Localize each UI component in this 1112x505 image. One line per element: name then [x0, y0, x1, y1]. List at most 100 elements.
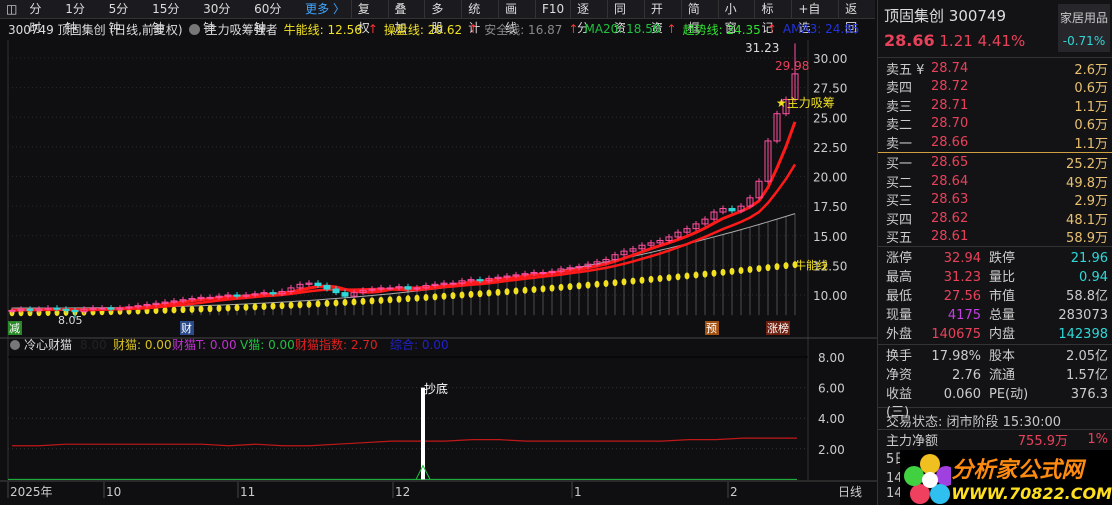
toolbar: ◫ 分时 1分钟 5分钟 15分钟 30分钟 60分钟 更多 〉 复权 叠加 多… — [0, 0, 875, 35]
ask-volume: 1.1万 — [1074, 136, 1108, 152]
candle-body — [233, 294, 241, 297]
ask-volume: 0.6万 — [1074, 81, 1108, 97]
ask-label: 卖四 — [886, 81, 913, 97]
same-capital-button[interactable]: 同资 — [607, 0, 644, 35]
niu-dot — [684, 272, 690, 280]
logo-url: WWW.70822.COM — [951, 484, 1112, 503]
multi-stock-button[interactable]: 多股 — [424, 0, 461, 35]
candle-body — [323, 285, 331, 290]
candle-body — [107, 307, 115, 310]
overlay-button[interactable]: 叠加 — [387, 0, 425, 35]
stat-value: 140675 — [931, 327, 981, 342]
ask-label: 卖一 — [886, 136, 913, 152]
bid-label: 买二 — [886, 175, 913, 191]
simple-frame-button[interactable]: 简框 — [680, 0, 718, 35]
bid-label: 买四 — [886, 212, 913, 228]
stats-button[interactable]: 统计 — [461, 0, 498, 35]
bid-row[interactable]: 买四 28.62 48.1万 — [878, 209, 1112, 228]
niu-dot — [765, 264, 771, 272]
quote-pct: 4.41% — [977, 32, 1026, 50]
panel-toggle-icon[interactable]: ◫ — [0, 0, 23, 19]
niu-dot — [675, 273, 681, 281]
ask-row[interactable]: 卖五 ¥ 28.74 2.6万 — [878, 59, 1112, 78]
bid-row[interactable]: 买五 28.61 58.9万 — [878, 228, 1112, 246]
stat-label: 收益(三) — [886, 387, 913, 420]
candle-body — [62, 308, 70, 311]
f10-button[interactable]: F10 — [534, 0, 570, 19]
safe-line — [11, 213, 796, 309]
candle-body — [728, 207, 736, 212]
watermark-logo: 分析家公式网 WWW.70822.COM — [900, 450, 1112, 505]
bid-volume: 2.9万 — [1074, 194, 1108, 210]
ask-row[interactable]: 卖三 28.71 1.1万 — [878, 96, 1112, 115]
bid-row[interactable]: 买三 28.63 2.9万 — [878, 191, 1112, 210]
bid-row[interactable]: 买二 28.64 49.8万 — [878, 172, 1112, 191]
open-capital-button[interactable]: 开资 — [643, 0, 681, 35]
stat-label: 量比 — [989, 270, 1016, 285]
niu-dot — [468, 290, 474, 298]
period-tab[interactable]: 15分钟 — [146, 0, 197, 35]
niu-dot — [450, 292, 456, 300]
stat-label: 内盘 — [989, 327, 1016, 342]
sector-box[interactable]: 家居用品 -0.71% — [1058, 4, 1110, 52]
ask-row[interactable]: 卖二 28.70 0.6万 — [878, 115, 1112, 133]
sub-indicator-dropdown-icon — [10, 340, 20, 350]
sector-name: 家居用品 — [1059, 11, 1108, 25]
period-tab[interactable]: 1分钟 — [59, 0, 102, 35]
ask-row[interactable]: 卖一 28.66 1.1万 — [878, 133, 1112, 152]
draw-button[interactable]: 画线 — [498, 0, 535, 35]
fuquan-button[interactable]: 复权 — [350, 0, 388, 35]
bid-price: 28.62 — [931, 210, 969, 226]
ask-row[interactable]: 卖四 28.72 0.6万 — [878, 78, 1112, 97]
period-label: 日线 — [838, 485, 862, 499]
niu-dot — [351, 298, 357, 306]
tick-button[interactable]: 逐分 — [570, 0, 607, 35]
kline-chart[interactable]: 30.0027.5025.0022.5020.0017.5015.0012.50… — [0, 0, 877, 505]
safe-value: 安全线: 16.87 — [484, 22, 563, 37]
quote-name: 顶固集创 — [884, 7, 945, 25]
low-price-label: 8.05 — [58, 314, 83, 327]
high-price-label: 31.23 — [745, 41, 779, 55]
back-button[interactable]: 返回 — [838, 0, 875, 35]
more-periods-button[interactable]: 更多 〉 — [299, 0, 351, 19]
flow-label: 主力净额 — [886, 433, 939, 449]
niu-dot — [432, 293, 438, 301]
niu-dot — [396, 295, 402, 303]
stat-label: 换手 — [886, 349, 913, 364]
date-label: 1 — [574, 485, 582, 499]
niu-dot — [180, 306, 186, 314]
period-tab[interactable]: 5分钟 — [103, 0, 146, 35]
period-tab[interactable]: 分时 — [23, 0, 59, 35]
niu-dot — [549, 284, 555, 292]
niu-dot — [783, 262, 789, 270]
stat-value: 58.8亿 — [1066, 289, 1108, 304]
stat-value: 31.23 — [943, 270, 981, 285]
stat-value: 27.56 — [943, 289, 981, 304]
bid-volume: 25.2万 — [1066, 157, 1108, 173]
mark-button[interactable]: 标记 — [754, 0, 791, 35]
add-watchlist-button[interactable]: +自选 — [791, 0, 838, 35]
niu-dot — [603, 280, 609, 288]
trend-value: 趋势线: 24.35 — [682, 22, 761, 37]
period-tab[interactable]: 60分钟 — [248, 0, 299, 35]
niu-dot — [342, 298, 348, 306]
niu-dot — [558, 283, 564, 291]
indicator-dropdown-icon[interactable] — [188, 23, 200, 35]
ask-list: 卖五 ¥28.74 2.6万 卖四 28.72 0.6万 卖三 28.71 1.1万 卖二 28.… — [878, 58, 1112, 152]
sub-name: 冷心财猫 — [24, 338, 72, 352]
stat-value: 142398 — [1058, 327, 1108, 342]
period-tab[interactable]: 30分钟 — [197, 0, 248, 35]
stat-value: 21.96 — [1070, 251, 1108, 266]
indicator-name[interactable]: 主力吸筹强者 — [206, 21, 278, 38]
small-window-button[interactable]: 小窗 — [717, 0, 755, 35]
bid-row[interactable]: 买一 28.65 25.2万 — [878, 154, 1112, 173]
niu-dot — [261, 303, 267, 311]
sub-tick: 2.00 — [818, 443, 845, 457]
sub-caimao: 财猫: 0.00 — [113, 338, 172, 352]
ask-price: 28.70 — [931, 116, 969, 132]
niu-dot — [288, 301, 294, 309]
bid-list: 买一 28.65 25.2万 买二 28.64 49.8万 买三 28.63 2.9万买四 28.… — [878, 154, 1112, 246]
flow-pct: 1% — [1087, 431, 1108, 447]
stat-label: 最低 — [886, 289, 913, 304]
niu-dot — [360, 297, 366, 305]
